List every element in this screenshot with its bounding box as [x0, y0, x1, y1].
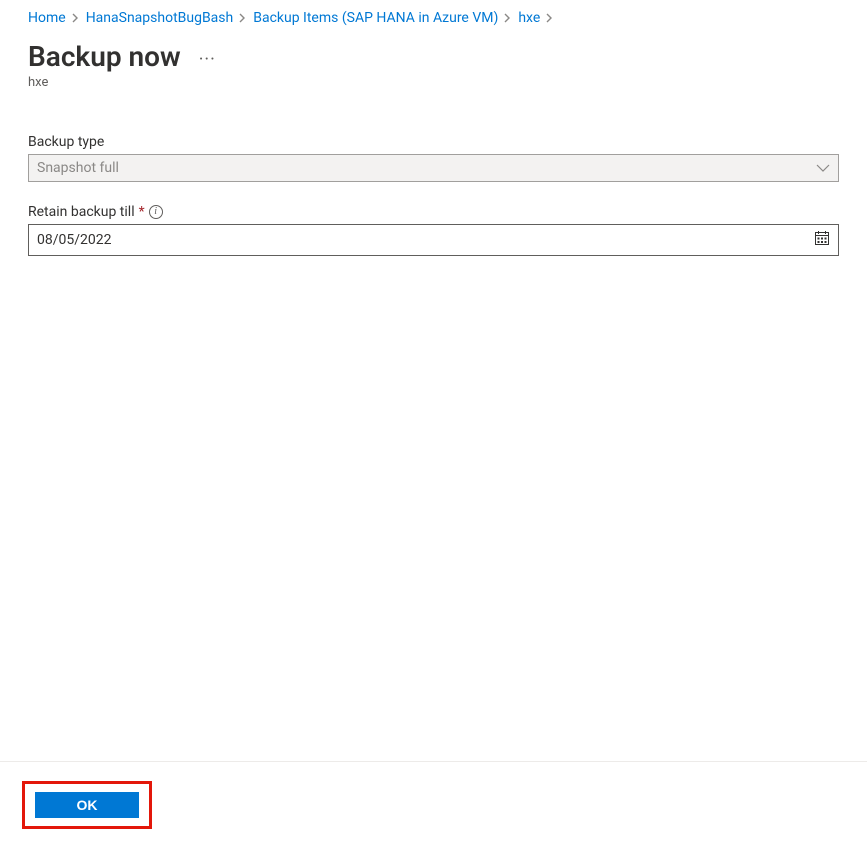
backup-type-select[interactable]: Snapshot full — [28, 154, 839, 182]
retain-till-value: 08/05/2022 — [37, 232, 112, 248]
chevron-right-icon — [504, 13, 512, 23]
page-title: Backup now — [28, 40, 181, 73]
ok-button[interactable]: OK — [35, 792, 139, 818]
info-icon[interactable]: i — [149, 205, 163, 219]
chevron-right-icon — [546, 13, 554, 23]
tutorial-highlight: OK — [22, 781, 152, 829]
chevron-right-icon — [239, 13, 247, 23]
chevron-right-icon — [72, 13, 80, 23]
calendar-icon[interactable] — [814, 230, 830, 250]
footer-bar: OK — [0, 761, 867, 847]
breadcrumb-backup-items[interactable]: Backup Items (SAP HANA in Azure VM) — [253, 10, 498, 26]
retain-till-label: Retain backup till * i — [28, 204, 839, 220]
retain-till-input[interactable]: 08/05/2022 — [28, 224, 839, 256]
breadcrumb-vault[interactable]: HanaSnapshotBugBash — [86, 10, 234, 26]
page-subtitle: hxe — [28, 75, 839, 90]
backup-type-value: Snapshot full — [37, 160, 119, 176]
breadcrumb-home[interactable]: Home — [28, 10, 66, 26]
more-options-button[interactable]: ··· — [199, 45, 216, 69]
backup-type-label: Backup type — [28, 134, 839, 150]
breadcrumb: Home HanaSnapshotBugBash Backup Items (S… — [28, 10, 839, 26]
required-asterisk: * — [139, 204, 145, 220]
breadcrumb-instance[interactable]: hxe — [518, 10, 540, 26]
chevron-down-icon — [816, 163, 830, 173]
